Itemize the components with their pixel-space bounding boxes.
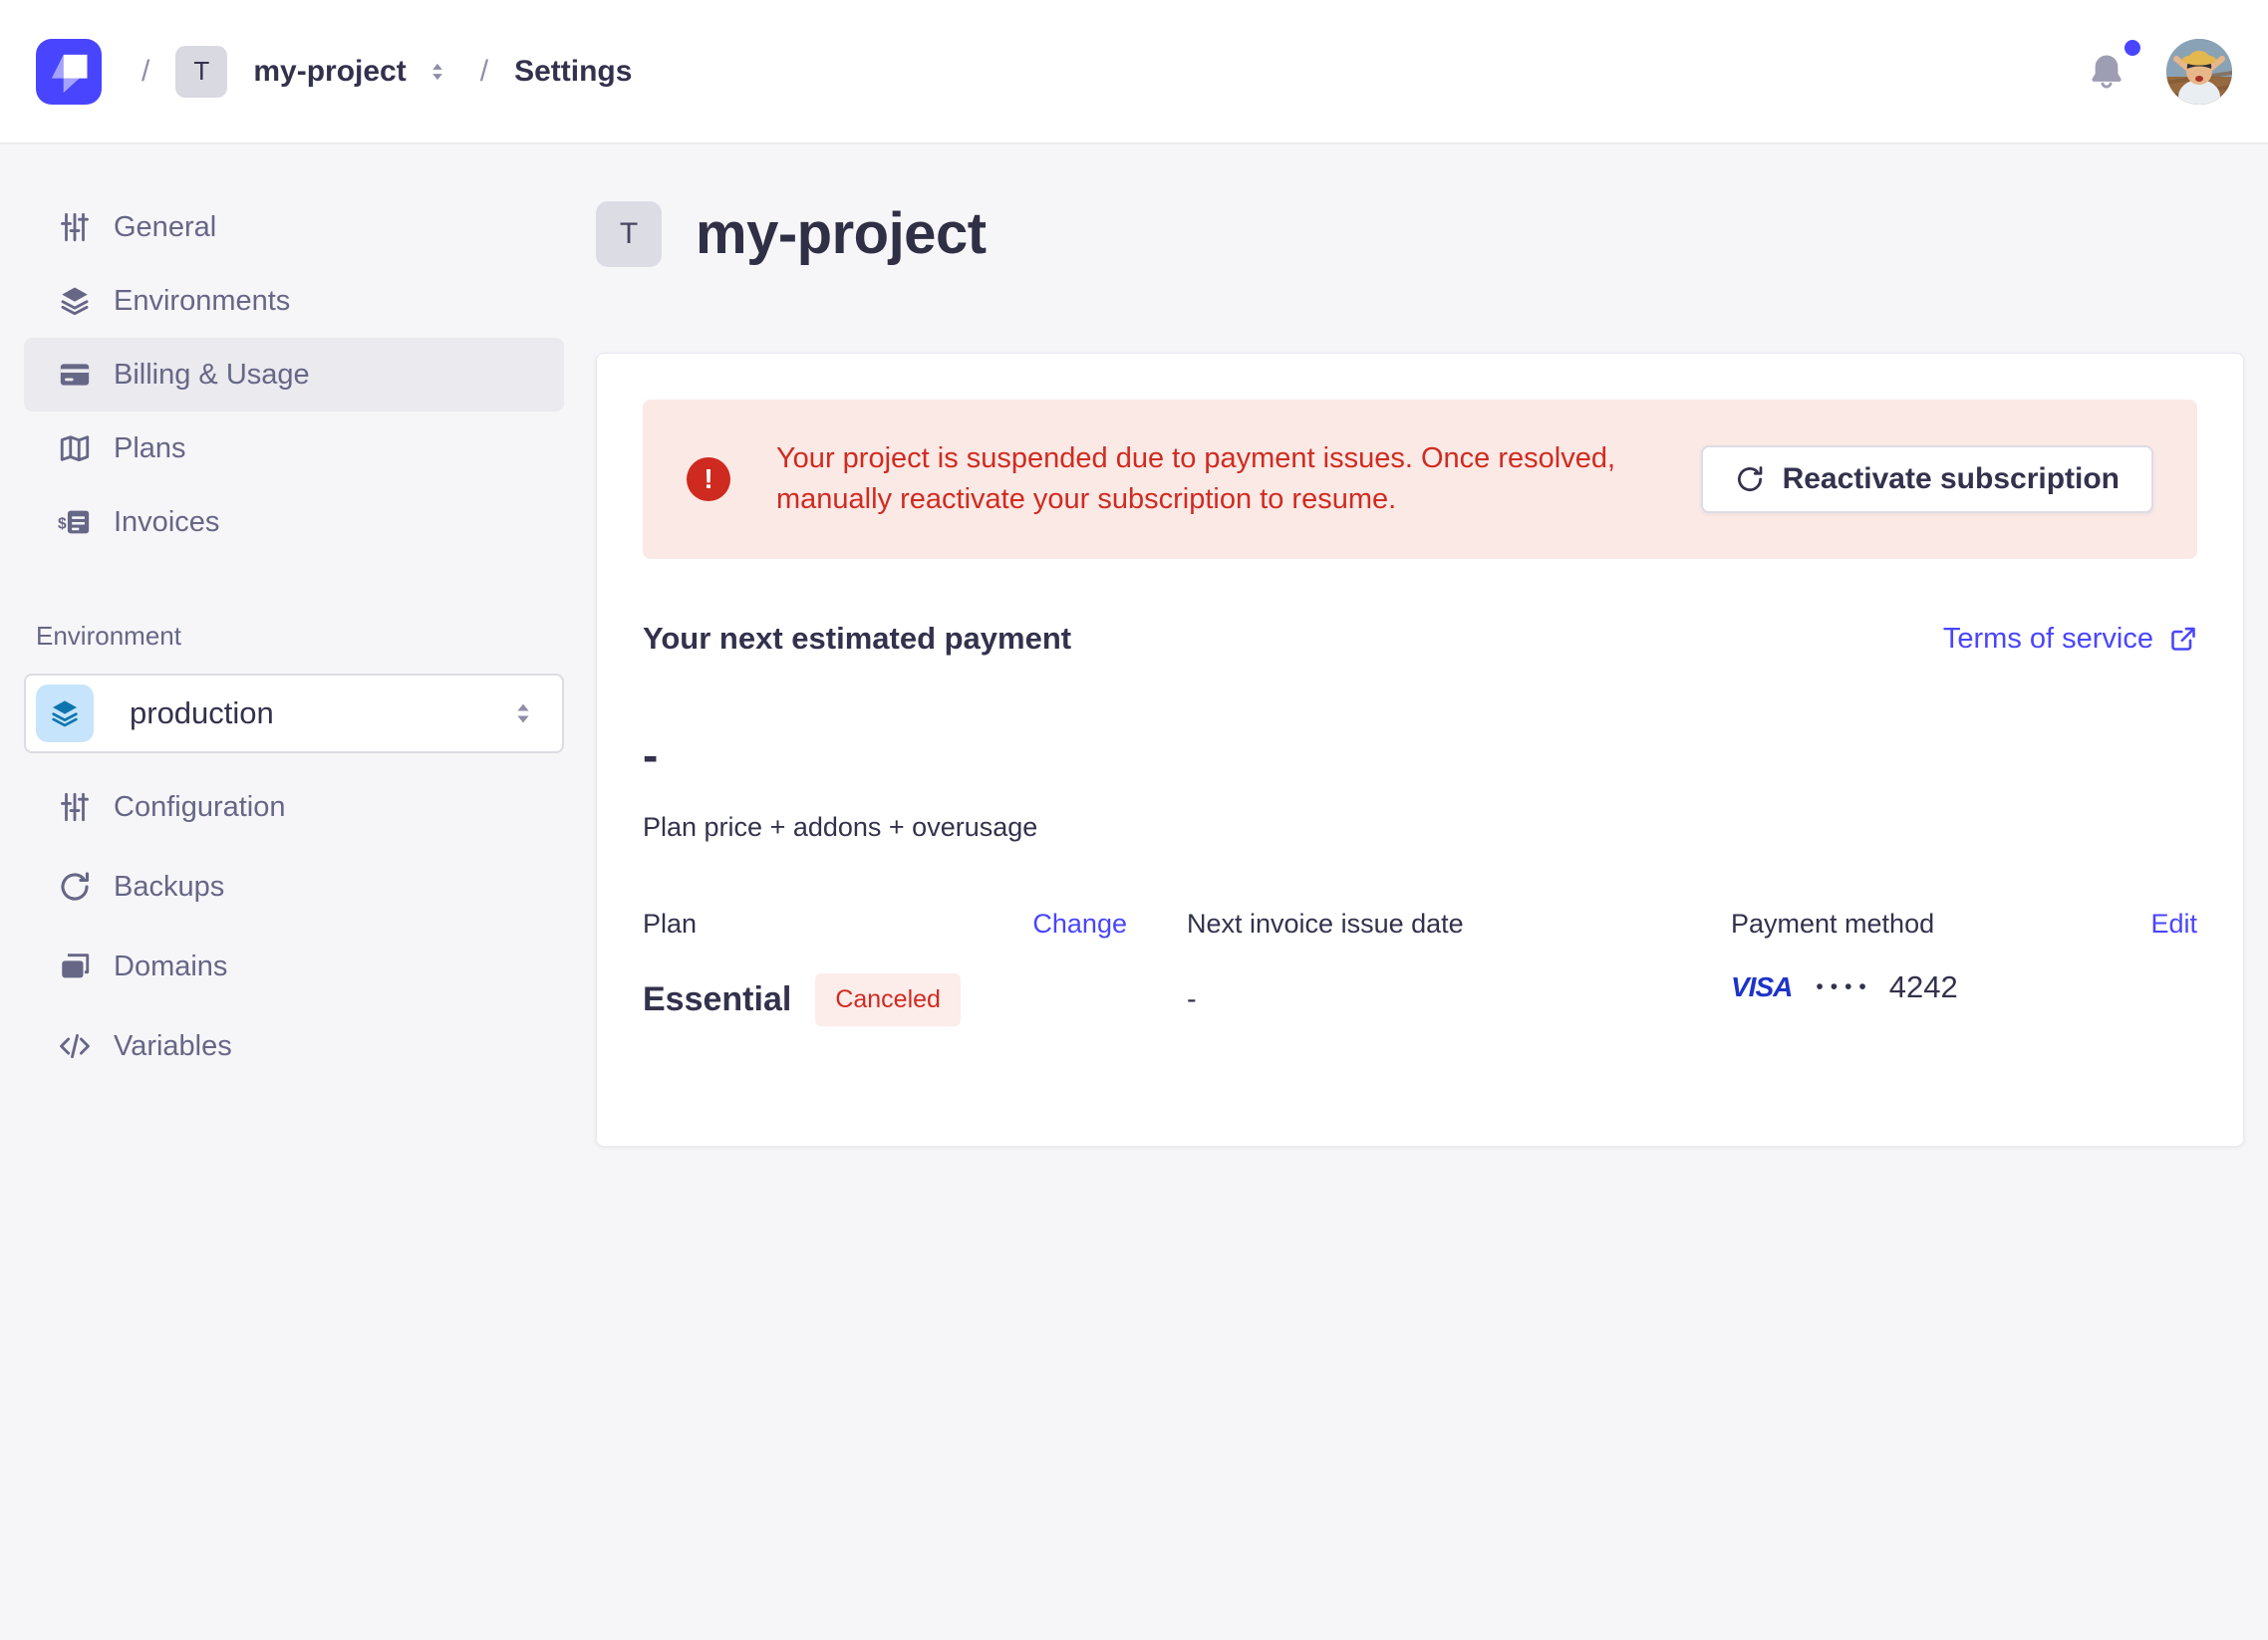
sidebar-item-label: Invoices (114, 506, 219, 539)
caret-updown-icon (508, 698, 538, 728)
next-invoice-column: Next invoice issue date - (1187, 909, 1731, 1026)
sidebar-item-environments[interactable]: Environments (24, 264, 564, 338)
visa-logo: VISA (1731, 971, 1792, 1003)
card-last4: 4242 (1889, 969, 1958, 1005)
alert-exclamation-icon: ! (687, 457, 730, 501)
sidebar-item-invoices[interactable]: $ Invoices (24, 485, 564, 559)
billing-details-row: Plan Change Essential Canceled Next invo… (643, 909, 2197, 1026)
notification-dot (2125, 40, 2140, 56)
breadcrumb-project-name[interactable]: my-project (253, 55, 406, 89)
plan-column: Plan Change Essential Canceled (643, 909, 1187, 1026)
sliders-icon (58, 210, 92, 244)
sidebar-item-label: Environments (114, 285, 290, 318)
billing-card: ! Your project is suspended due to payme… (596, 353, 2244, 1147)
environment-section-label: Environment (36, 621, 552, 652)
change-plan-link[interactable]: Change (1032, 909, 1127, 940)
payment-method-column: Payment method Edit VISA •••• 4242 (1731, 909, 2197, 1026)
plan-label: Plan (643, 909, 697, 940)
environment-chip (36, 684, 94, 742)
estimated-payment-amount: - (643, 728, 2197, 782)
notification-bell-icon (2085, 50, 2128, 94)
top-header: / T my-project / Settings (0, 0, 2268, 144)
sidebar-item-label: Configuration (114, 791, 286, 824)
page-body: General Environments Billing & Usage (0, 144, 2268, 1638)
sidebar-item-label: Domains (114, 951, 227, 983)
sidebar-item-variables[interactable]: Variables (24, 1006, 564, 1086)
refresh-icon (1735, 464, 1765, 494)
breadcrumb-project: my-project (253, 55, 453, 89)
folder-icon (58, 950, 92, 983)
user-avatar-image (2166, 39, 2232, 105)
payment-section-header: Your next estimated payment Terms of ser… (643, 621, 2197, 657)
external-link-icon (2169, 625, 2197, 653)
layers-icon (49, 697, 81, 729)
project-switcher-button[interactable] (421, 55, 454, 89)
refresh-icon (58, 870, 92, 904)
reactivate-subscription-label: Reactivate subscription (1783, 462, 2120, 496)
code-icon (58, 1029, 92, 1063)
payment-method-label: Payment method (1731, 909, 1934, 940)
next-invoice-label: Next invoice issue date (1187, 909, 1464, 940)
project-title: my-project (696, 200, 987, 267)
reactivate-subscription-button[interactable]: Reactivate subscription (1701, 445, 2153, 513)
page-title: T my-project (596, 200, 2244, 267)
invoice-icon: $ (58, 505, 92, 539)
map-icon (58, 431, 92, 465)
sidebar-item-backups[interactable]: Backups (24, 847, 564, 927)
strapi-logo-icon (36, 39, 102, 105)
header-actions (2083, 39, 2232, 105)
next-invoice-value: - (1187, 983, 1731, 1016)
credit-card-icon (58, 358, 92, 392)
sidebar-item-label: Plans (114, 432, 186, 465)
terms-of-service-label: Terms of service (1943, 623, 2153, 656)
environment-select[interactable]: production (24, 674, 564, 753)
terms-of-service-link[interactable]: Terms of service (1943, 623, 2197, 656)
settings-sidebar: General Environments Billing & Usage (0, 144, 588, 1638)
sidebar-item-configuration[interactable]: Configuration (24, 767, 564, 847)
layers-icon (58, 284, 92, 318)
plan-status-badge: Canceled (815, 973, 961, 1026)
sidebar-item-domains[interactable]: Domains (24, 927, 564, 1006)
breadcrumb-settings[interactable]: Settings (514, 55, 632, 89)
notifications-button[interactable] (2083, 48, 2130, 96)
sidebar-item-plans[interactable]: Plans (24, 411, 564, 485)
app-root: / T my-project / Settings (0, 0, 2268, 1638)
suspension-alert: ! Your project is suspended due to payme… (643, 400, 2197, 559)
sidebar-item-general[interactable]: General (24, 190, 564, 264)
edit-payment-method-link[interactable]: Edit (2150, 909, 2197, 940)
masked-card-digits: •••• (1816, 975, 1872, 999)
environment-nav: Configuration Backups Domains (24, 767, 564, 1086)
payment-section-title: Your next estimated payment (643, 621, 1071, 657)
caret-updown-icon (425, 59, 450, 85)
sliders-icon (58, 790, 92, 824)
project-badge: T (175, 46, 227, 98)
environment-selected-value: production (130, 695, 274, 731)
sidebar-item-label: General (114, 211, 216, 244)
alert-message: Your project is suspended due to payment… (776, 438, 1655, 520)
sidebar-item-label: Variables (114, 1030, 232, 1063)
estimated-payment-caption: Plan price + addons + overusage (643, 812, 2197, 843)
user-avatar[interactable] (2166, 39, 2232, 105)
sidebar-item-billing-usage[interactable]: Billing & Usage (24, 338, 564, 411)
breadcrumb: / T my-project / Settings (142, 46, 632, 98)
main-content: T my-project ! Your project is suspended… (588, 144, 2268, 1638)
svg-text:$: $ (58, 515, 67, 532)
project-badge: T (596, 201, 662, 267)
sidebar-item-label: Billing & Usage (114, 359, 310, 392)
plan-name: Essential (643, 980, 791, 1019)
sidebar-item-label: Backups (114, 871, 224, 904)
breadcrumb-separator: / (142, 55, 149, 89)
breadcrumb-separator: / (480, 55, 488, 89)
strapi-logo[interactable] (36, 39, 102, 105)
